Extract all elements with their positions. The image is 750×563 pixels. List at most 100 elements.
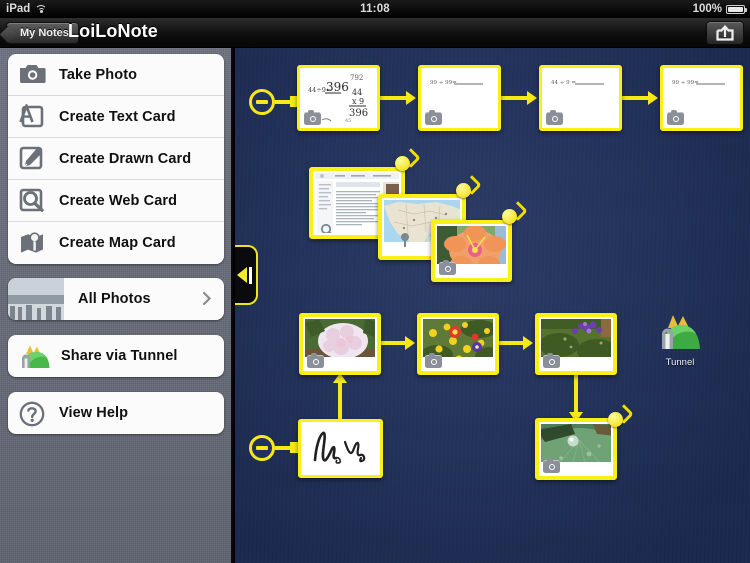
arrow-right-icon — [527, 91, 537, 105]
svg-text:44 ÷ 9 =: 44 ÷ 9 = — [551, 80, 576, 86]
drawn-card[interactable] — [298, 419, 383, 478]
text-card-icon — [19, 102, 46, 129]
wildflowers-photo — [423, 319, 493, 357]
map-pin-marker — [400, 233, 410, 252]
svg-text:99 ÷ 99=: 99 ÷ 99= — [430, 80, 457, 86]
arrow-right-icon — [648, 91, 658, 105]
camera-badge[interactable] — [307, 353, 324, 368]
camera-icon — [19, 62, 46, 87]
status-bar: iPad 11:08 100% — [0, 0, 750, 18]
sidebar-item-label: Create Web Card — [59, 192, 178, 209]
camera-badge[interactable] — [425, 110, 442, 125]
connector-line — [381, 341, 405, 345]
svg-text:44: 44 — [352, 88, 362, 97]
sidebar-item-label: Create Text Card — [59, 108, 176, 125]
photo-thumbnail — [8, 278, 64, 320]
sidebar-item-view-help[interactable]: View Help — [8, 392, 224, 434]
camera-badge[interactable] — [546, 110, 563, 125]
clock: 11:08 — [360, 3, 390, 15]
back-button-label: My Notes — [20, 27, 69, 39]
pencil-draw-icon — [19, 146, 46, 171]
sidebar-item-label: Take Photo — [59, 66, 138, 83]
battery-percent-label: 100% — [692, 3, 722, 15]
sidebar-item-take-photo[interactable]: Take Photo — [8, 54, 224, 96]
map-pin-icon — [19, 231, 46, 256]
sidebar-item-create-web-card[interactable]: Create Web Card — [8, 180, 224, 222]
page-title: LoiLoNote — [68, 21, 158, 41]
connector-line — [622, 96, 648, 100]
ipad-screen: iPad 11:08 100% My Notes LoiLoNote Take … — [0, 0, 750, 563]
camera-badge[interactable] — [304, 110, 321, 125]
svg-text:45: 45 — [345, 118, 351, 124]
sidebar-item-create-text-card[interactable]: Create Text Card — [8, 96, 224, 138]
sidebar-item-share-via-tunnel[interactable]: Share via Tunnel — [8, 335, 224, 377]
sidebar-item-label: Create Drawn Card — [59, 150, 192, 167]
minus-collapse-node[interactable] — [249, 89, 275, 115]
sidebar-create-group: Take Photo Create Text Card Create Drawn… — [8, 54, 224, 264]
rotate-handle[interactable] — [395, 156, 410, 171]
svg-text:99 ÷ 99=: 99 ÷ 99= — [672, 80, 699, 86]
triangle-left-icon — [237, 267, 247, 283]
sidebar-item-label: Share via Tunnel — [61, 348, 178, 364]
camera-badge[interactable] — [425, 353, 442, 368]
sidebar-item-label: All Photos — [78, 291, 151, 307]
camera-badge[interactable] — [543, 458, 560, 473]
collapse-sidebar-tab[interactable] — [235, 245, 258, 305]
rotate-handle[interactable] — [502, 209, 517, 224]
connector-line — [275, 446, 291, 450]
sidebar-share-group: Share via Tunnel — [8, 335, 224, 377]
status-right: 100% — [692, 3, 747, 15]
arrow-right-icon — [523, 336, 533, 350]
sidebar-item-label: View Help — [59, 405, 129, 421]
camera-badge[interactable] — [667, 110, 684, 125]
sidebar-item-create-map-card[interactable]: Create Map Card — [8, 222, 224, 264]
note-card[interactable]: 99 ÷ 99= — [660, 65, 743, 131]
connector-nub — [290, 442, 298, 453]
note-card[interactable]: 99 ÷ 99= — [418, 65, 501, 131]
connector-line — [499, 341, 523, 345]
magnifier-web-icon — [19, 188, 46, 213]
sidebar-all-photos-group: All Photos — [8, 278, 224, 320]
rotate-handle[interactable] — [456, 183, 471, 198]
photo-card[interactable] — [299, 313, 381, 375]
svg-text:x 9: x 9 — [352, 97, 364, 106]
battery-full-icon — [726, 4, 747, 14]
camera-badge[interactable] — [543, 353, 560, 368]
sidebar-item-all-photos[interactable]: All Photos — [8, 278, 224, 320]
arrow-right-icon — [405, 336, 415, 350]
note-canvas[interactable]: 44÷9= 396 792 44 x 9 396 45 99 ÷ 99= 44 … — [235, 48, 750, 563]
photo-card[interactable] — [535, 313, 617, 375]
sidebar-item-label: Create Map Card — [59, 235, 176, 251]
svg-text:396: 396 — [349, 108, 368, 119]
photo-card[interactable] — [535, 418, 617, 480]
photo-card[interactable] — [431, 220, 512, 282]
camera-badge[interactable] — [439, 260, 456, 275]
chevron-right-icon — [203, 292, 211, 305]
arrow-right-icon — [406, 91, 416, 105]
share-export-icon — [716, 25, 734, 41]
connector-line — [501, 96, 527, 100]
sidebar-help-group: View Help — [8, 392, 224, 434]
note-card[interactable]: 44 ÷ 9 = — [539, 65, 622, 131]
connector-line — [574, 375, 578, 414]
svg-text:396: 396 — [326, 80, 349, 94]
connector-line — [275, 100, 291, 104]
photo-card[interactable] — [417, 313, 499, 375]
purple-flowers-photo — [541, 319, 611, 357]
connector-line — [380, 96, 406, 100]
sidebar-item-create-drawn-card[interactable]: Create Drawn Card — [8, 138, 224, 180]
note-card[interactable]: 44÷9= 396 792 44 x 9 396 45 — [297, 65, 380, 131]
flower-photo — [437, 226, 506, 264]
minus-collapse-node[interactable] — [249, 435, 275, 461]
share-export-button[interactable] — [706, 21, 744, 45]
tunnel-icon — [662, 315, 700, 349]
hydrangea-photo — [305, 319, 375, 357]
tunnel-icon — [19, 344, 51, 369]
leaf-droplet-photo — [541, 424, 611, 462]
question-mark-icon — [19, 401, 46, 426]
rotate-handle[interactable] — [608, 412, 623, 427]
svg-text:792: 792 — [350, 74, 363, 82]
tunnel-shortcut[interactable]: Tunnel — [650, 313, 710, 368]
sidebar: Take Photo Create Text Card Create Drawn… — [0, 48, 233, 563]
tunnel-shortcut-label: Tunnel — [665, 357, 695, 368]
